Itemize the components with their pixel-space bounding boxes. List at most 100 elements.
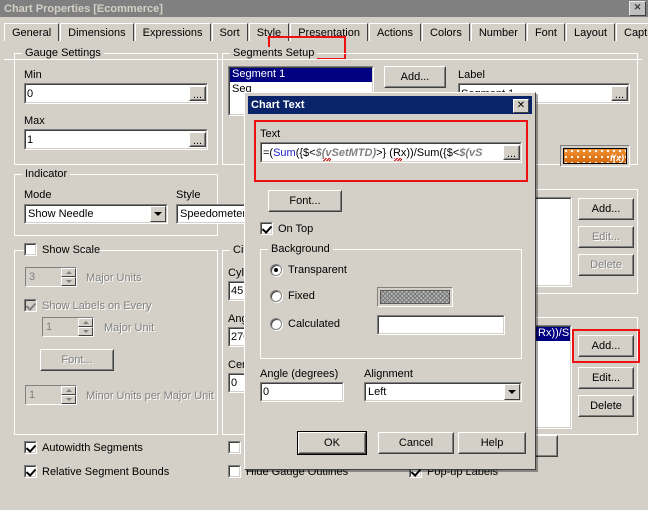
mode-label: Mode <box>24 189 52 201</box>
tabstrip: General Dimensions Expressions Sort Styl… <box>4 22 648 41</box>
mode-chevron-down-icon[interactable] <box>150 206 166 222</box>
show-scale-checkbox-box <box>24 243 37 256</box>
spellcheck-squiggle <box>323 158 331 161</box>
alignment-chevron-down-icon[interactable] <box>504 384 520 400</box>
right-lower-delete-button[interactable]: Delete <box>578 395 634 417</box>
tab-presentation[interactable]: Presentation <box>290 23 368 41</box>
dialog-ok-button[interactable]: OK <box>297 431 367 455</box>
segments-add-button[interactable]: Add... <box>384 66 446 88</box>
list-item[interactable]: Rx))/S <box>535 326 571 341</box>
max-input[interactable]: 1 <box>24 129 208 150</box>
min-ellipsis-button[interactable]: ... <box>189 86 206 101</box>
style-value: Speedometer <box>180 208 247 220</box>
major-unit-spin-down-icon[interactable] <box>78 327 93 336</box>
major-unit-spin-buttons[interactable] <box>78 318 93 336</box>
show-labels-label: Show Labels on Every <box>42 299 152 312</box>
segment-label-label: Label <box>458 69 485 81</box>
relative-label: Relative Segment Bounds <box>42 465 170 478</box>
background-title: Background <box>268 243 333 255</box>
list-item[interactable]: Segment 1 <box>229 67 373 82</box>
minor-units-spin-down-icon[interactable] <box>61 395 76 404</box>
tab-expressions[interactable]: Expressions <box>134 23 211 41</box>
major-units-spin-up-icon[interactable] <box>61 268 76 277</box>
right-lower-add-button[interactable]: Add... <box>578 335 634 357</box>
tab-font[interactable]: Font <box>526 23 565 41</box>
on-top-label: On Top <box>278 222 314 235</box>
right-upper-delete-button[interactable]: Delete <box>578 254 634 276</box>
on-top-checkbox[interactable]: On Top <box>260 222 313 235</box>
major-unit-stepper[interactable]: 1 <box>42 317 94 337</box>
autowidth-segments-checkbox[interactable]: Autowidth Segments <box>24 441 143 454</box>
chart-text-close-icon[interactable]: ✕ <box>513 99 529 113</box>
fixed-color-button[interactable] <box>377 287 453 307</box>
background-transparent-radio[interactable]: Transparent <box>270 264 347 276</box>
max-ellipsis-button[interactable]: ... <box>189 132 206 147</box>
calculated-color-input[interactable] <box>377 315 505 335</box>
alignment-combo[interactable]: Left <box>364 382 522 402</box>
tab-general[interactable]: General <box>4 23 60 41</box>
calculated-label: Calculated <box>288 318 340 330</box>
right-upper-listbox[interactable] <box>534 197 572 287</box>
angle-degrees-input[interactable]: 0 <box>260 382 344 402</box>
chart-text-input[interactable]: =(Sum({$<$(vSetMTD)>} (Rx))/Sum({$<$(vS <box>260 142 522 163</box>
minor-units-label: Minor Units per Major Unit <box>86 390 214 402</box>
show-labels-on-every-checkbox[interactable]: Show Labels on Every <box>24 299 151 312</box>
major-units-spin-down-icon[interactable] <box>61 277 76 286</box>
minor-units-stepper[interactable]: 1 <box>25 385 77 405</box>
major-units-stepper[interactable]: 3 <box>25 267 77 287</box>
chart-text-value: =(Sum({$<$(vSetMTD)>} (Rx))/Sum({$<$(vS <box>263 146 483 159</box>
background-fixed-radio[interactable]: Fixed <box>270 290 315 302</box>
gauge-settings-title: Gauge Settings <box>22 47 104 59</box>
segment-label-ellipsis-button[interactable]: ... <box>611 86 628 101</box>
calculated-radio-circle <box>270 318 282 330</box>
minor-units-spin-up-icon[interactable] <box>61 386 76 395</box>
cylinder-value: 45 <box>231 285 244 297</box>
tab-sort[interactable]: Sort <box>211 23 248 41</box>
major-unit-spin-up-icon[interactable] <box>78 318 93 327</box>
dialog-cancel-button[interactable]: Cancel <box>378 432 454 454</box>
chart-text-titlebar: Chart Text ✕ <box>248 96 532 114</box>
segment-color-fill: f(x) <box>563 148 627 164</box>
background-calculated-radio[interactable]: Calculated <box>270 318 340 330</box>
text-label: Text <box>260 128 281 140</box>
min-label: Min <box>24 69 42 81</box>
right-upper-add-button[interactable]: Add... <box>578 198 634 220</box>
min-value: 0 <box>27 87 34 100</box>
tab-style[interactable]: Style <box>248 23 290 41</box>
relative-segment-bounds-checkbox[interactable]: Relative Segment Bounds <box>24 465 169 478</box>
tab-actions[interactable]: Actions <box>368 23 422 41</box>
chart-text-ellipsis-button[interactable]: ... <box>503 145 520 160</box>
window-titlebar: Chart Properties [Ecommerce] ✕ <box>0 0 648 17</box>
transparent-label: Transparent <box>288 264 347 276</box>
minor-units-spin-buttons[interactable] <box>61 386 76 404</box>
alignment-label: Alignment <box>364 368 413 380</box>
chart-text-dialog: Chart Text ✕ Text =(Sum({$<$(vSetMTD)>} … <box>244 92 536 470</box>
major-unit-label: Major Unit <box>104 322 155 334</box>
chart-text-title: Chart Text <box>251 99 305 111</box>
transparent-radio-circle <box>270 264 282 276</box>
fixed-radio-circle <box>270 290 282 302</box>
relative-checkbox-box <box>24 465 37 478</box>
dialog-help-button[interactable]: Help <box>458 432 526 454</box>
tab-caption[interactable]: Caption <box>616 23 648 41</box>
right-lower-listbox[interactable]: Rx))/S <box>534 325 572 429</box>
tab-number[interactable]: Number <box>470 23 526 41</box>
segment-color-swatch[interactable]: f(x) <box>560 145 630 167</box>
scale-font-button[interactable]: Font... <box>40 349 114 371</box>
chart-text-font-button[interactable]: Font... <box>268 190 342 212</box>
angle-degrees-label: Angle (degrees) <box>260 368 339 380</box>
window-close-icon[interactable]: ✕ <box>629 1 646 16</box>
tab-colors[interactable]: Colors <box>422 23 470 41</box>
right-lower-edit-button[interactable]: Edit... <box>578 367 634 389</box>
center-value: 0 <box>231 377 238 389</box>
chart-properties-window: Chart Properties [Ecommerce] ✕ General D… <box>0 0 648 510</box>
major-units-spin-buttons[interactable] <box>61 268 76 286</box>
max-label: Max <box>24 115 45 127</box>
show-scale-checkbox[interactable]: Show Scale <box>24 243 100 256</box>
min-input[interactable]: 0 <box>24 83 208 104</box>
right-upper-edit-button[interactable]: Edit... <box>578 226 634 248</box>
tab-layout[interactable]: Layout <box>565 23 615 41</box>
mode-combo[interactable]: Show Needle <box>24 204 168 224</box>
tab-dimensions[interactable]: Dimensions <box>60 23 134 41</box>
style-label: Style <box>176 189 201 201</box>
